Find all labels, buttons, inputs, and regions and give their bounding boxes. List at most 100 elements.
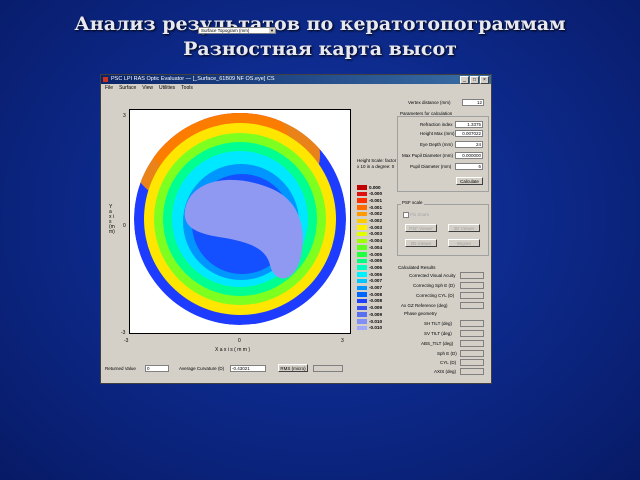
x-tick-mid: 0 xyxy=(238,338,241,344)
legend-swatch xyxy=(357,225,367,230)
psf-group-label: PSF scale xyxy=(401,200,424,205)
legend-value: -0.010 xyxy=(369,318,383,324)
psf-viewer-button[interactable]: PSF Viewer xyxy=(405,224,437,232)
legend-row: -0.010 xyxy=(357,325,397,331)
result-field-2 xyxy=(460,292,484,299)
legend-row: -0.007 xyxy=(357,285,397,291)
avg-curvature-field[interactable]: -0.43021 xyxy=(230,365,266,372)
legend-value: -0.004 xyxy=(369,244,383,250)
2d-viewer-button[interactable]: 2D Viewer xyxy=(405,239,437,247)
vertex-distance-label: Vertex distance (mm) xyxy=(408,100,451,105)
legend-swatch xyxy=(357,285,367,290)
legend-value: -0.009 xyxy=(369,305,383,311)
legend-row: -0.003 xyxy=(357,225,397,230)
maximize-button[interactable]: □ xyxy=(470,76,479,84)
returned-value-label: Returned Value xyxy=(105,366,136,371)
legend-row: -0.000 xyxy=(357,191,397,197)
legend-row: -0.003 xyxy=(357,231,397,237)
legend-value: -0.008 xyxy=(369,298,383,304)
legend-value: -0.004 xyxy=(369,238,383,244)
fix-zoom-checkbox[interactable]: Fix Zoom xyxy=(403,211,429,218)
result-label-1: Correcting Sph E (D) xyxy=(413,283,455,288)
close-button[interactable]: × xyxy=(480,76,489,84)
menu-utilities[interactable]: Utilities xyxy=(159,85,175,92)
legend-swatch xyxy=(357,298,367,304)
topogram-plot xyxy=(129,109,351,334)
legend-value: -0.002 xyxy=(369,211,383,217)
y-tick-top: 3 xyxy=(123,113,126,119)
phase-label-2: ABS_TILT (deg) xyxy=(421,341,454,346)
legend-value: 0.000 xyxy=(369,184,381,190)
legend-row: -0.002 xyxy=(357,211,397,217)
param-field-1[interactable]: 0.007022 xyxy=(455,130,483,137)
phase-label-4: CYL (D) xyxy=(440,360,457,365)
legend-swatch xyxy=(357,292,367,297)
legend-swatch xyxy=(357,305,367,311)
legend-swatch xyxy=(357,272,367,277)
legend-row: -0.009 xyxy=(357,312,397,317)
legend-row: -0.008 xyxy=(357,298,397,304)
legend-swatch xyxy=(357,218,367,223)
param-field-3[interactable]: 0.000000 xyxy=(455,152,483,159)
phase-field-0 xyxy=(460,320,484,327)
phase-field-2 xyxy=(460,340,484,347)
param-label-0: Refraction index xyxy=(420,122,453,127)
y-tick-bottom: -3 xyxy=(121,330,126,336)
result-field-3 xyxy=(460,302,484,309)
legend-swatch xyxy=(357,252,367,257)
menu-view[interactable]: View xyxy=(142,85,153,92)
legend-row: -0.004 xyxy=(357,238,397,244)
result-label-2: Correcting CYL (D) xyxy=(416,293,455,298)
legend-row: -0.004 xyxy=(357,245,397,250)
returned-value-field[interactable]: 0 xyxy=(145,365,169,372)
legend-swatch xyxy=(357,185,367,190)
3d-viewer-button[interactable]: 3D Viewer xyxy=(448,224,480,232)
legend-swatch xyxy=(357,312,367,317)
window-title: PSC LPI RAS Optic Evaluator — [_Surface_… xyxy=(111,76,275,82)
legend-row: -0.005 xyxy=(357,252,397,257)
minimize-button[interactable]: _ xyxy=(460,76,469,84)
legend-swatch xyxy=(357,319,367,324)
menu-file[interactable]: File xyxy=(105,85,113,92)
params-group-label: Parameters for calculation xyxy=(399,111,454,116)
legend-swatch xyxy=(357,245,367,250)
map-type-select[interactable]: Surface Topogram (mm) ▼ xyxy=(198,27,276,34)
param-field-0[interactable]: 1.3375 xyxy=(455,121,483,128)
map-type-value: Surface Topogram (mm) xyxy=(201,28,250,33)
legend-value: -0.006 xyxy=(369,264,383,270)
calculate-button[interactable]: Calculate xyxy=(456,177,483,185)
result-field-0 xyxy=(460,272,484,279)
legend-row: 0.000 xyxy=(357,185,397,190)
param-field-2[interactable]: 24 xyxy=(455,141,483,148)
param-label-3: Max Pupil Diameter (mm) xyxy=(402,153,454,158)
legend-swatch xyxy=(357,191,367,197)
legend-swatch xyxy=(357,278,367,284)
chevron-down-icon[interactable]: ▼ xyxy=(269,28,275,33)
legend-title: Height Scale: factor x 10 in a degree: 0 xyxy=(357,158,397,169)
fix-zoom-label: Fix Zoom xyxy=(410,212,430,217)
legend-value: -0.007 xyxy=(369,285,383,290)
checkbox-box[interactable] xyxy=(403,211,409,218)
height-map xyxy=(134,113,346,325)
legend-row: -0.005 xyxy=(357,258,397,264)
y-tick-mid: 0 xyxy=(123,223,126,229)
menu-surface[interactable]: Surface xyxy=(119,85,136,92)
phase-label-3: Sph E (D) xyxy=(437,351,457,356)
phase-field-4 xyxy=(460,359,484,366)
param-field-4[interactable]: 6 xyxy=(455,163,483,170)
window-titlebar[interactable]: PSC LPI RAS Optic Evaluator — [_Surface_… xyxy=(101,75,491,84)
phase-geometry-label: Phase geometry xyxy=(404,311,437,316)
wigner-button[interactable]: Wigner xyxy=(448,239,480,247)
rms-button[interactable]: RMS (micro) xyxy=(278,364,308,372)
menu-tools[interactable]: Tools xyxy=(181,85,193,92)
legend-row: -0.006 xyxy=(357,272,397,277)
param-label-1: Height Max (mm) xyxy=(420,131,455,136)
slide-subtitle: Разностная карта высот xyxy=(183,38,457,60)
legend-row: -0.009 xyxy=(357,305,397,311)
app-icon xyxy=(103,77,108,82)
vertex-distance-field[interactable]: 12 xyxy=(462,99,484,106)
legend-value: -0.005 xyxy=(369,251,383,257)
legend-value: -0.003 xyxy=(369,231,383,237)
legend-value: -0.001 xyxy=(369,197,383,203)
legend-swatch xyxy=(357,258,367,264)
